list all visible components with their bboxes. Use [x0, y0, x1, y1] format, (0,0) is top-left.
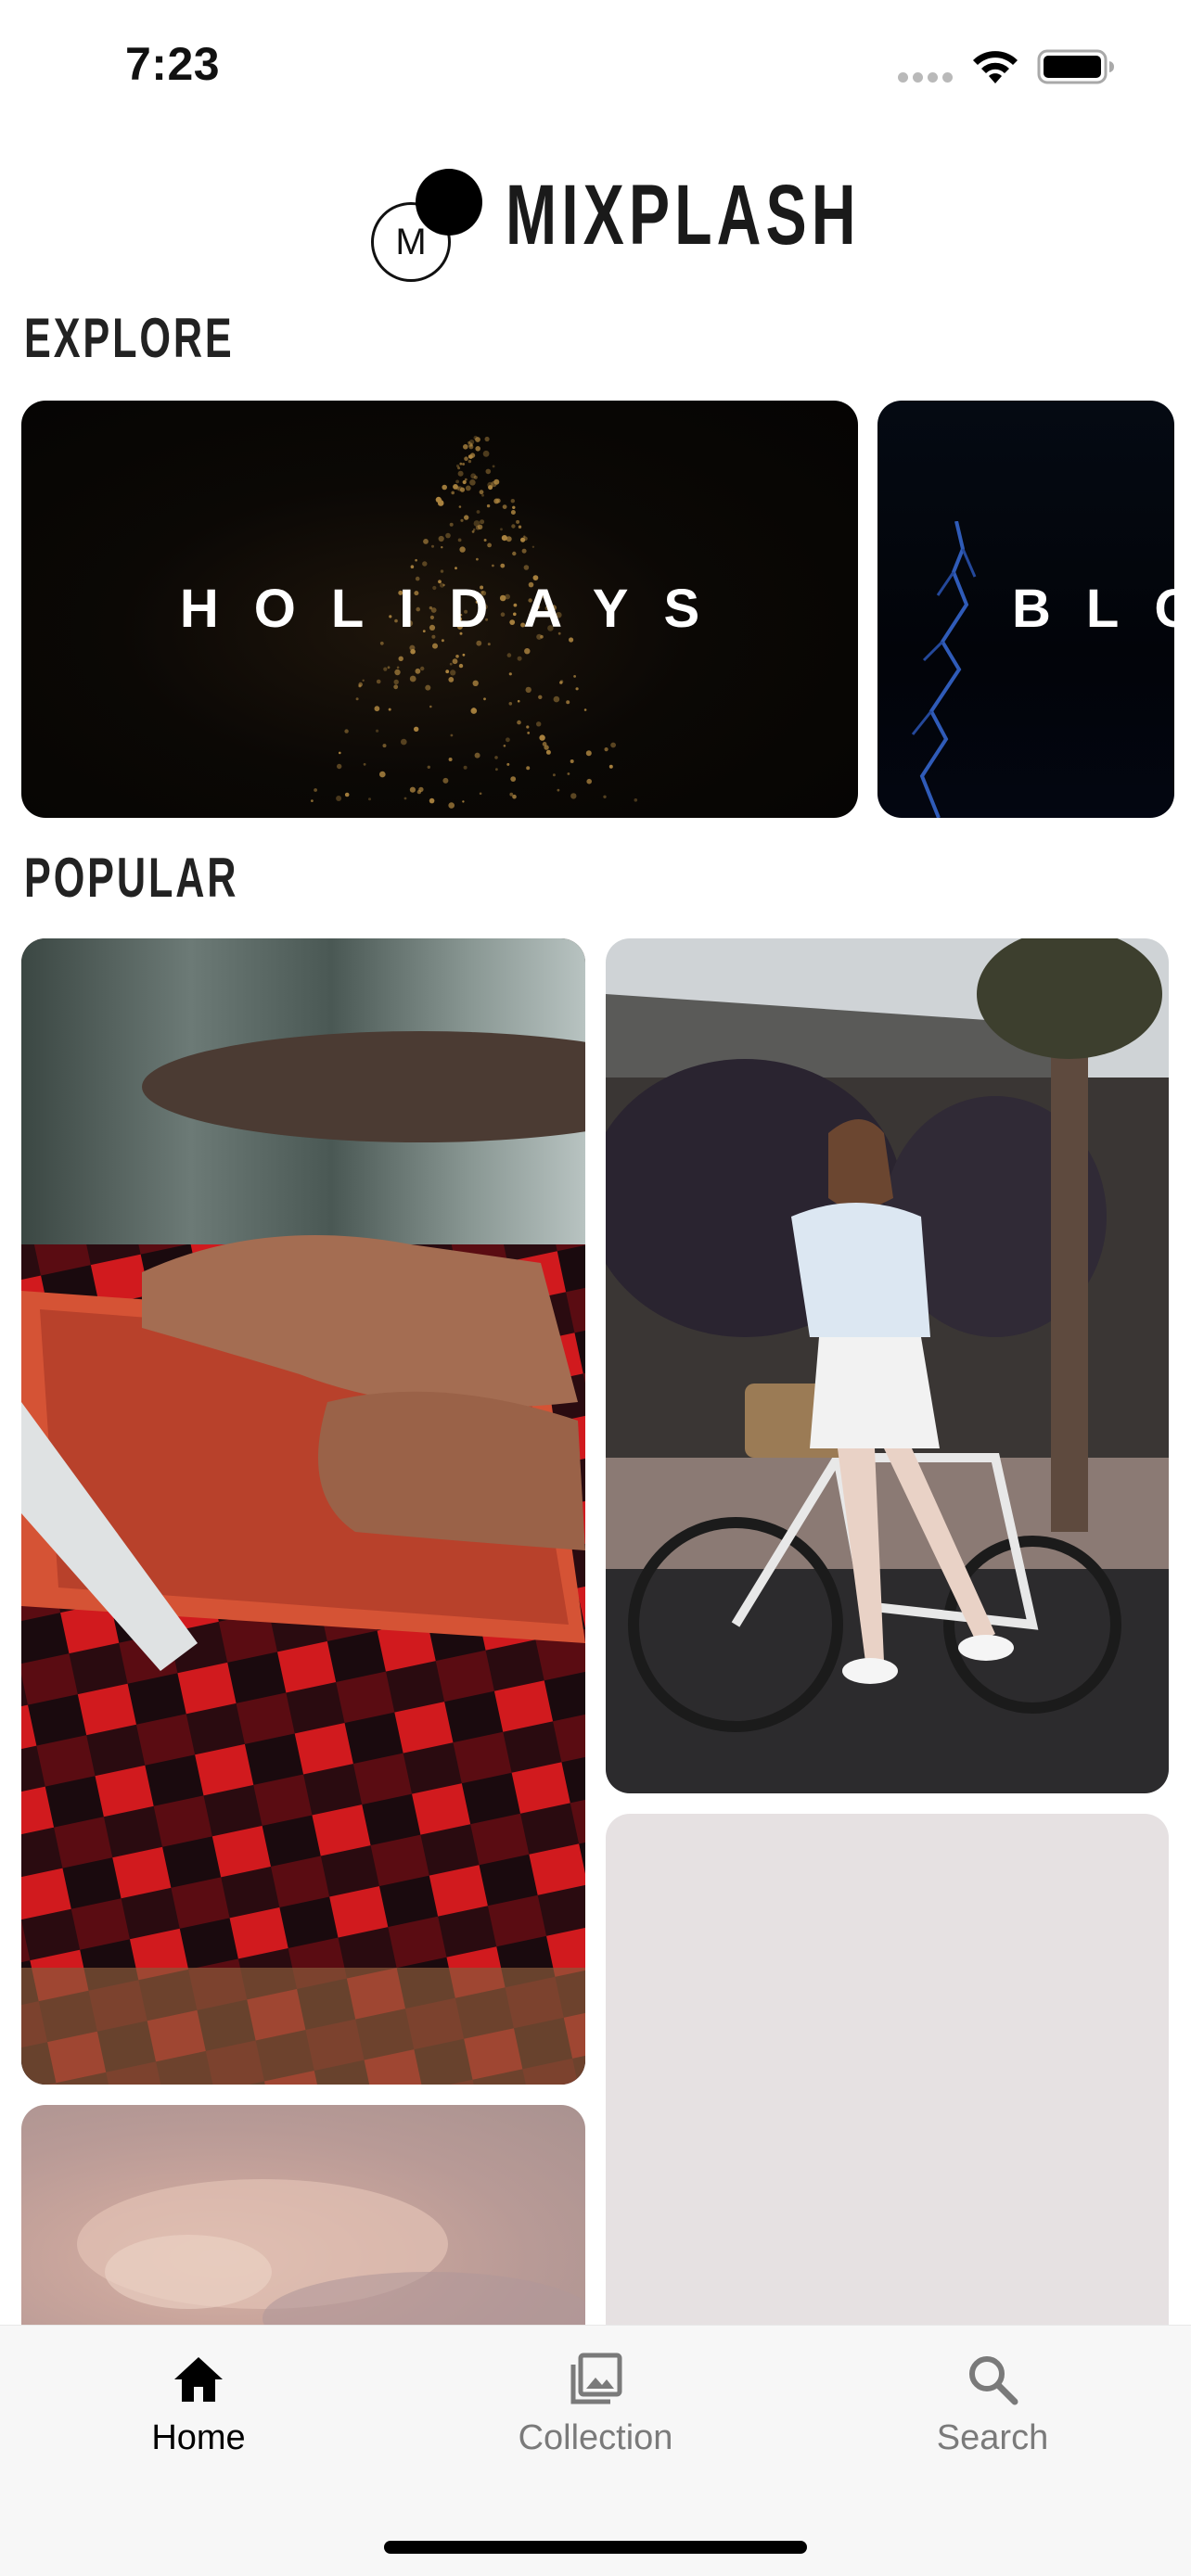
keyboard-photo-image [21, 938, 585, 2085]
tab-collection[interactable]: Collection [397, 2326, 794, 2483]
collection-icon [570, 2353, 622, 2404]
tab-search[interactable]: Search [794, 2326, 1191, 2483]
status-bar: 7:23 [0, 0, 1191, 139]
explore-card-label: BLOG [1012, 579, 1174, 639]
app-logo: M [369, 165, 485, 282]
tab-search-label: Search [936, 2418, 1049, 2457]
explore-carousel[interactable]: HOLIDAYS BLOG [0, 401, 1191, 818]
logo-letter: M [395, 222, 427, 262]
app-screen: 7:23 M MIXPLASH EXPLORE HOLIDAYS BL POPU… [0, 0, 1191, 2576]
tab-home-label: Home [151, 2418, 246, 2457]
app-title: MIXPLASH [506, 168, 861, 262]
status-time: 7:23 [125, 38, 221, 90]
tab-home[interactable]: Home [0, 2326, 397, 2483]
cellular-signal-icon [898, 72, 954, 85]
home-indicator [384, 2541, 807, 2554]
popular-section-title: POPULAR [24, 847, 239, 909]
wifi-icon [973, 51, 1018, 83]
keyboard-photo[interactable] [21, 938, 585, 2085]
explore-section-title: EXPLORE [24, 307, 235, 369]
explore-card-holidays[interactable]: HOLIDAYS [21, 401, 858, 818]
home-icon [174, 2357, 223, 2402]
bottom-tab-bar: Home Collection Search [0, 2325, 1191, 2576]
app-header: M MIXPLASH [0, 158, 1191, 287]
explore-card-label: HOLIDAYS [179, 579, 736, 639]
popular-photo-grid [0, 938, 1191, 2383]
blank-photo[interactable] [606, 1814, 1169, 2370]
bicycle-photo-image [606, 938, 1169, 1793]
tab-collection-label: Collection [518, 2418, 673, 2457]
battery-icon [1037, 49, 1114, 84]
bicycle-photo[interactable] [606, 938, 1169, 1793]
lightning-image [911, 521, 977, 818]
explore-card-blog[interactable]: BLOG [877, 401, 1174, 818]
search-icon [969, 2356, 1018, 2405]
